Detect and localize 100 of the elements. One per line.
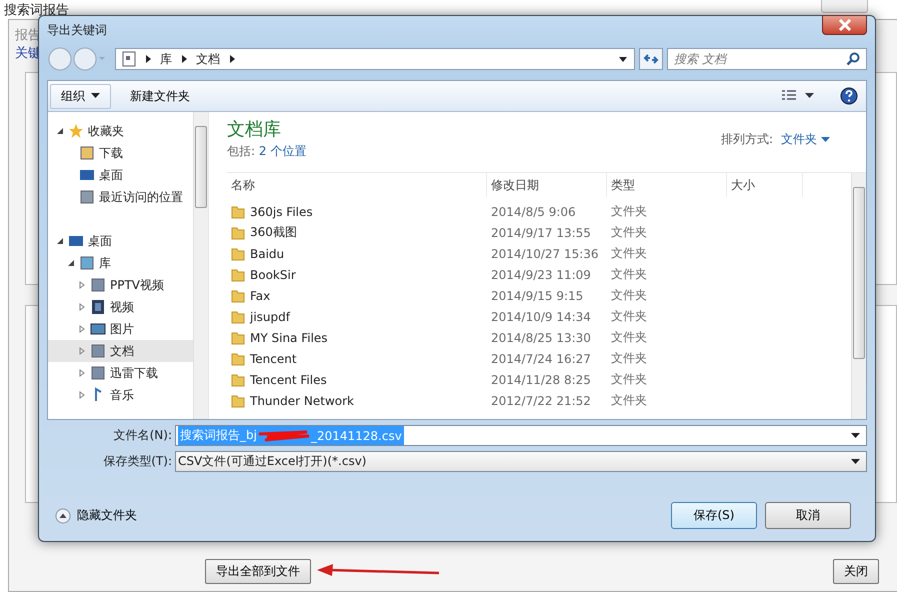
picture-icon — [90, 321, 106, 337]
search-field[interactable]: 搜索 文档 — [667, 48, 867, 70]
nav-item[interactable]: 音乐 — [48, 384, 193, 406]
date-cell-text: 2014/9/23 11:09 — [490, 268, 592, 282]
type-cell-text: 文件夹 — [610, 329, 648, 346]
dropdown-caret-icon — [851, 458, 860, 464]
search-icon — [846, 52, 860, 66]
file-name-cell[interactable]: jisupdf — [227, 310, 487, 324]
breadcrumb[interactable]: 文档 — [196, 50, 220, 68]
includes-label: 包括: — [227, 144, 256, 158]
collapsed-triangle-icon[interactable] — [78, 391, 86, 399]
scrollbar[interactable] — [851, 173, 866, 419]
save-type-dropdown[interactable]: CSV文件(可通过Excel打开)(*.csv) — [175, 451, 867, 472]
redaction-mark — [256, 430, 311, 442]
nav-item[interactable]: 下载 — [48, 142, 193, 164]
dropdown-caret-icon[interactable] — [618, 55, 628, 63]
collapsed-triangle-icon[interactable] — [78, 303, 86, 311]
expanded-triangle-icon[interactable] — [67, 259, 75, 267]
type-cell-text: 文件夹 — [610, 308, 648, 325]
nav-item[interactable]: 图片 — [48, 318, 193, 340]
caret-icon — [91, 93, 100, 99]
date-cell-text: 2014/8/25 13:30 — [490, 330, 592, 344]
type-cell-text: 文件夹 — [610, 350, 648, 367]
expanded-triangle-icon[interactable] — [56, 237, 64, 245]
help-icon[interactable] — [840, 87, 858, 105]
file-name-cell[interactable]: Tencent Files — [227, 372, 487, 386]
dropdown-caret-icon[interactable] — [805, 93, 814, 99]
nav-item[interactable]: 收藏夹 — [48, 120, 193, 142]
column-header[interactable]: 修改日期 — [487, 173, 607, 197]
hide-folders-button[interactable]: 隐藏文件夹 — [55, 507, 137, 524]
file-name-cell[interactable]: Thunder Network — [227, 394, 487, 408]
column-header[interactable]: 名称 — [227, 173, 487, 197]
breadcrumb[interactable]: 库 — [160, 50, 172, 68]
file-name-cell[interactable]: Baidu — [227, 246, 487, 260]
file-name-cell[interactable]: 360截图 — [227, 224, 487, 241]
nav-item[interactable]: PPTV视频 — [48, 274, 193, 296]
file-name-cell[interactable]: MY Sina Files — [227, 330, 487, 344]
film-icon — [90, 299, 106, 315]
date-cell-text: 2014/8/5 9:06 — [490, 204, 577, 218]
file-name-cell[interactable]: Tencent — [227, 352, 487, 366]
expanded-triangle-icon[interactable] — [56, 127, 64, 135]
type-cell-text: 文件夹 — [610, 245, 648, 262]
date-cell-text: 2014/10/27 15:36 — [490, 246, 600, 260]
file-name-cell[interactable]: BookSir — [227, 268, 487, 282]
document-icon — [122, 51, 136, 67]
address-bar[interactable]: 库 文档 — [115, 48, 635, 70]
arrange-dropdown[interactable]: 文件夹 — [781, 131, 830, 148]
nav-item[interactable]: 桌面 — [48, 230, 193, 252]
field-label: 文件名(N): — [112, 427, 173, 444]
nav-item[interactable]: 迅雷下载 — [48, 362, 193, 384]
save-button[interactable]: 保存(S) — [671, 502, 757, 529]
close-button[interactable] — [822, 15, 867, 35]
scrollbar[interactable] — [193, 112, 208, 419]
date-cell-text: 2012/7/22 21:52 — [490, 394, 592, 408]
file-name-cell[interactable]: Fax — [227, 288, 487, 302]
locations-link[interactable]: 2 个位置 — [258, 144, 306, 158]
view-list-icon[interactable] — [781, 89, 797, 103]
document-icon — [90, 365, 106, 381]
close-button[interactable]: 关闭 — [833, 558, 879, 584]
type-cell-text: 文件夹 — [610, 203, 648, 220]
type-cell-text: 文件夹 — [610, 266, 648, 283]
type-cell-text: 文件夹 — [610, 224, 648, 241]
monitor-icon — [68, 233, 84, 249]
nav-item[interactable]: 视频 — [48, 296, 193, 318]
back-forward-buttons[interactable] — [47, 46, 107, 72]
new-folder-button[interactable]: 新建文件夹 — [119, 84, 201, 108]
dropdown-caret-icon — [851, 432, 860, 438]
dialog-title: 导出关键词 — [47, 22, 107, 38]
collapsed-triangle-icon[interactable] — [78, 325, 86, 333]
date-cell-text: 2014/7/24 16:27 — [490, 352, 592, 366]
arrange-label: 排列方式: — [720, 131, 773, 148]
star-icon — [68, 123, 84, 139]
organize-button[interactable]: 组织 — [50, 84, 111, 108]
refresh-button[interactable] — [639, 48, 663, 70]
nav-item[interactable]: 桌面 — [48, 164, 193, 186]
chevron-icon — [143, 54, 153, 64]
column-header[interactable]: 类型 — [607, 173, 727, 197]
collapsed-triangle-icon[interactable] — [78, 347, 86, 355]
nav-item[interactable]: 库 — [48, 252, 193, 274]
library-title: 文档库 — [227, 118, 282, 141]
date-cell-text: 2014/11/28 8:25 — [490, 372, 592, 386]
monitor-icon — [79, 167, 95, 183]
collapsed-triangle-icon[interactable] — [78, 369, 86, 377]
refresh-icon — [643, 52, 659, 66]
collapsed-triangle-icon[interactable] — [78, 281, 86, 289]
document-icon — [90, 343, 106, 359]
caret-icon — [821, 136, 830, 142]
type-cell-text: 文件夹 — [610, 392, 648, 409]
nav-item[interactable]: 文档 — [48, 340, 193, 362]
date-cell-text: 2014/9/15 9:15 — [490, 288, 584, 302]
export-all-button[interactable]: 导出全部到文件 — [205, 558, 311, 584]
nav-item[interactable]: 最近访问的位置 — [48, 186, 193, 208]
type-cell-text: 文件夹 — [610, 371, 648, 388]
file-name-cell[interactable]: 360js Files — [227, 204, 487, 218]
column-header[interactable]: 大小 — [727, 173, 803, 197]
chevron-icon — [179, 54, 189, 64]
document-icon — [90, 277, 106, 293]
type-cell-text: 文件夹 — [610, 287, 648, 304]
chevron-icon — [227, 54, 237, 64]
cancel-button[interactable]: 取消 — [765, 502, 851, 529]
